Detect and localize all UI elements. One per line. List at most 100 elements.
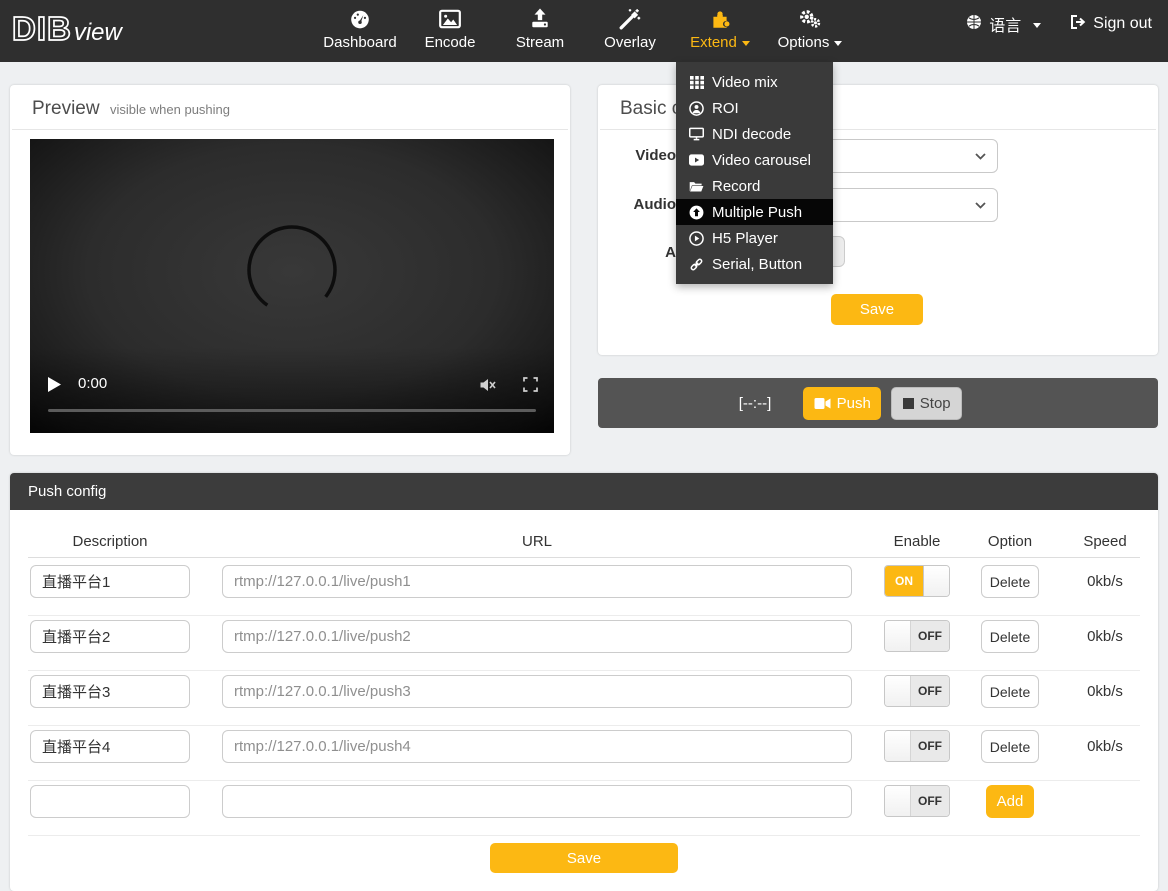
chevron-down-icon <box>834 41 843 46</box>
push-config-save-button[interactable]: Save <box>490 843 678 873</box>
toggle-state-label: OFF <box>911 731 949 761</box>
navbar-right: 语言 Sign out <box>966 12 1152 36</box>
sign-out-label: Sign out <box>1093 15 1152 32</box>
video-progress-bar[interactable] <box>48 409 536 412</box>
menu-item-h5-player[interactable]: H5 Player <box>676 225 833 251</box>
nav-item-options[interactable]: Options <box>765 0 855 62</box>
description-input[interactable] <box>30 620 190 653</box>
menu-item-serial-button[interactable]: Serial, Button <box>676 251 833 277</box>
delete-button[interactable]: Delete <box>981 675 1039 708</box>
toggle-knob <box>885 786 911 816</box>
nav-item-encode[interactable]: Encode <box>405 0 495 62</box>
url-input[interactable] <box>222 730 852 763</box>
add-button[interactable]: Add <box>986 785 1034 818</box>
chevron-down-icon <box>741 41 750 46</box>
enable-toggle[interactable]: OFF <box>884 620 950 652</box>
push-timer: [--:--] <box>738 394 772 412</box>
url-input[interactable] <box>222 785 852 818</box>
col-option: Option <box>987 533 1033 550</box>
description-input[interactable] <box>30 675 190 708</box>
nav-item-dashboard[interactable]: Dashboard <box>315 0 405 62</box>
preview-panel: Preview visible when pushing 0:00 <box>10 85 570 455</box>
chevron-down-icon <box>975 202 986 209</box>
basic-config-save-button[interactable]: Save <box>831 294 923 325</box>
toggle-knob <box>885 731 911 761</box>
speed-value: 0kb/s <box>1087 628 1123 645</box>
nav-label: Overlay <box>604 34 656 51</box>
description-input[interactable] <box>30 785 190 818</box>
enable-toggle[interactable]: OFF <box>884 675 950 707</box>
extend-dropdown-menu: Video mix ROI NDI decode Video carousel … <box>676 62 833 284</box>
video-time: 0:00 <box>78 375 108 392</box>
grid-icon <box>689 75 704 90</box>
menu-item-label: ROI <box>712 99 739 117</box>
preview-title: Preview <box>32 98 100 119</box>
video-player[interactable]: 0:00 <box>30 139 554 433</box>
divider <box>28 835 1140 836</box>
loading-spinner-icon <box>247 225 337 315</box>
menu-item-record[interactable]: Record <box>676 173 833 199</box>
language-dropdown[interactable]: 语言 <box>966 12 1042 36</box>
nav-item-stream[interactable]: Stream <box>495 0 585 62</box>
url-input[interactable] <box>222 675 852 708</box>
brand-logo[interactable]: DIB view <box>11 9 122 48</box>
push-button[interactable]: Push <box>803 386 882 420</box>
menu-item-ndi-decode[interactable]: NDI decode <box>676 121 833 147</box>
sign-out-button[interactable]: Sign out <box>1069 14 1152 35</box>
description-input[interactable] <box>30 565 190 598</box>
preview-subtitle: visible when pushing <box>110 102 230 117</box>
stop-button[interactable]: Stop <box>891 386 963 420</box>
fullscreen-icon[interactable] <box>523 377 538 392</box>
menu-item-video-mix[interactable]: Video mix <box>676 69 833 95</box>
menu-item-label: Video mix <box>712 73 778 91</box>
delete-button[interactable]: Delete <box>981 565 1039 598</box>
basic-config-field-label: A <box>665 244 676 261</box>
menu-item-multiple-push[interactable]: Multiple Push <box>676 199 833 225</box>
chevron-down-icon <box>1033 22 1042 28</box>
menu-item-roi[interactable]: ROI <box>676 95 833 121</box>
menu-item-label: Video carousel <box>712 151 811 169</box>
nav-label: Stream <box>515 34 565 51</box>
menu-item-label: Multiple Push <box>712 203 803 221</box>
puzzle-icon <box>709 7 731 31</box>
desktop-icon <box>689 127 704 142</box>
table-row: OFF Delete 0kb/s <box>10 726 1158 781</box>
gauge-icon <box>349 7 371 31</box>
toggle-state-label: OFF <box>911 786 949 816</box>
nav-item-overlay[interactable]: Overlay <box>585 0 675 62</box>
table-header: Description URL Enable Option Speed <box>10 533 1158 553</box>
user-circle-icon <box>689 100 704 116</box>
delete-button[interactable]: Delete <box>981 730 1039 763</box>
top-navbar: DIB view Dashboard Encode Stream Overlay… <box>0 0 1168 62</box>
nav-label: Extend <box>690 34 737 51</box>
url-input[interactable] <box>222 620 852 653</box>
muted-speaker-icon[interactable] <box>479 377 496 393</box>
toggle-knob <box>885 621 911 651</box>
col-speed: Speed <box>1083 533 1127 550</box>
play-icon[interactable] <box>48 377 61 392</box>
video-source-label: Video <box>635 147 676 164</box>
preview-panel-header: Preview visible when pushing <box>12 85 568 130</box>
play-circle-icon <box>689 230 704 246</box>
speed-value: 0kb/s <box>1087 683 1123 700</box>
video-controls: 0:00 <box>30 347 554 433</box>
video-play-icon <box>689 153 704 168</box>
upload-icon <box>529 7 551 31</box>
menu-item-video-carousel[interactable]: Video carousel <box>676 147 833 173</box>
enable-toggle[interactable]: OFF <box>884 730 950 762</box>
menu-item-label: Serial, Button <box>712 255 803 273</box>
divider <box>28 557 1140 558</box>
enable-toggle[interactable]: OFF <box>884 785 950 817</box>
toggle-knob <box>885 676 911 706</box>
link-icon <box>689 257 704 272</box>
menu-item-label: H5 Player <box>712 229 778 247</box>
table-row: ON Delete 0kb/s <box>10 561 1158 616</box>
url-input[interactable] <box>222 565 852 598</box>
description-input[interactable] <box>30 730 190 763</box>
delete-button[interactable]: Delete <box>981 620 1039 653</box>
nav-item-extend[interactable]: Extend <box>675 0 765 62</box>
magic-wand-icon <box>619 7 641 31</box>
globe-icon <box>966 14 982 35</box>
gears-icon <box>798 7 822 31</box>
enable-toggle[interactable]: ON <box>884 565 950 597</box>
